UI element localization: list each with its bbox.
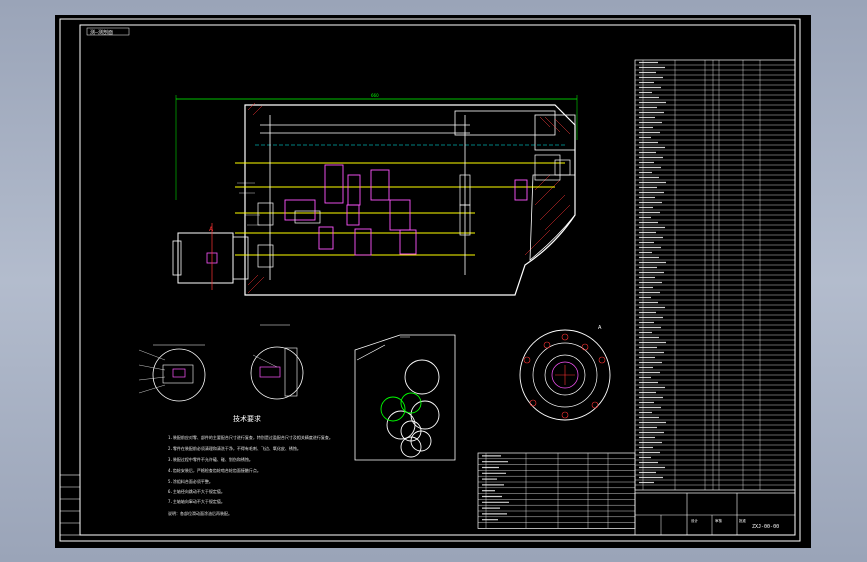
tech-note-4: 4.齿轮安装后，严格检查齿轮啮合轮齿面接触斤点。 bbox=[168, 467, 261, 473]
tech-note-8: 说明：各部位滑动面涂油后再装配。 bbox=[168, 510, 232, 516]
title-cell-2: 审核 bbox=[715, 518, 723, 523]
tech-note-7: 7.主轴轴向窜动不大于规定值。 bbox=[168, 498, 225, 504]
revision-table bbox=[59, 474, 81, 536]
dimension-top: 660 bbox=[371, 93, 379, 98]
detail-view-2 bbox=[250, 324, 304, 400]
tech-note-2: 2.零件在装配前必须清理和清洗干净，不得有毛刺、飞边、氧化皮、锈蚀。 bbox=[168, 445, 301, 451]
tech-note-6: 6.主轴径向跳动不大于规定值。 bbox=[168, 488, 225, 494]
svg-text:A: A bbox=[209, 226, 214, 233]
view-label: 测—测剖面 bbox=[90, 29, 113, 36]
technical-requirements: 技术要求 1.装配前应对零、部件的主要配合尺寸进行复查，特别是过盈配合尺寸及相关… bbox=[168, 414, 333, 516]
svg-text:A: A bbox=[598, 325, 602, 331]
bom-frame bbox=[477, 452, 636, 529]
bom-table bbox=[634, 59, 796, 491]
gearbox-section-view: 660 A bbox=[172, 93, 578, 296]
cad-drawing[interactable]: 测—测剖面 660 A A 技术要求 1.装配前应对零、部件的主要配合尺寸进行复… bbox=[55, 15, 811, 548]
gear-layout-view bbox=[354, 334, 456, 461]
drawing-viewport[interactable]: 测—测剖面 660 A A 技术要求 1.装配前应对零、部件的主要配合尺寸进行复… bbox=[55, 15, 811, 548]
title-cell-1: 设计 bbox=[691, 518, 699, 523]
title-cell-3: 批准 bbox=[739, 518, 747, 523]
detail-view-1 bbox=[138, 344, 206, 402]
title-block: 设计 审核 批准 ZXJ-00-00 bbox=[634, 492, 796, 536]
tech-note-1: 1.装配前应对零、部件的主要配合尺寸进行复查，特别是过盈配合尺寸及相关精度进行复… bbox=[168, 434, 333, 440]
drawing-number: ZXJ-00-00 bbox=[752, 524, 779, 530]
tech-note-5: 5.涂组料合面必须平整。 bbox=[168, 478, 213, 484]
tech-note-3: 3.装配过程中零件不允许磕、碰、划伤和锈蚀。 bbox=[168, 456, 253, 462]
bom-table-bottom bbox=[477, 452, 636, 529]
flange-view: A bbox=[519, 325, 611, 421]
tech-title: 技术要求 bbox=[233, 414, 261, 423]
